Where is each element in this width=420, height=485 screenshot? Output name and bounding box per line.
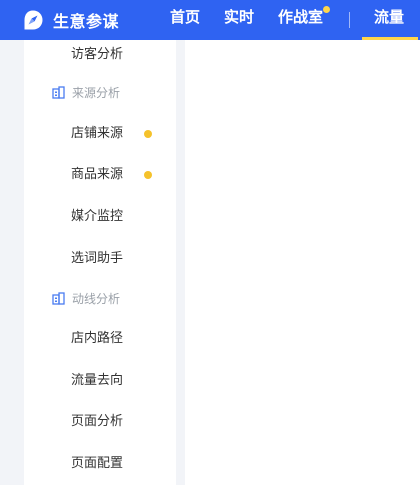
sidebar-item-traffic-destination[interactable]: 流量去向 — [71, 371, 123, 391]
sidebar-item-page-analysis[interactable]: 页面分析 — [71, 412, 123, 432]
nav-divider — [349, 12, 350, 28]
top-nav-bar: 生意参谋 首页 实时 作战室 流量 — [0, 0, 420, 40]
status-dot — [144, 130, 152, 138]
compass-icon — [24, 10, 43, 30]
sidebar-group-label: 来源分析 — [72, 85, 121, 100]
building-icon — [52, 291, 65, 305]
sidebar-item-page-config[interactable]: 页面配置 — [71, 454, 123, 474]
status-dot — [144, 171, 152, 179]
nav-tab-traffic[interactable]: 流量 — [362, 0, 418, 40]
building-icon — [52, 85, 65, 99]
sidebar-item-visitor-analysis[interactable]: 访客分析 — [71, 45, 123, 65]
sidebar-group-flow: 动线分析 — [52, 288, 120, 308]
sidebar-gutter — [176, 40, 184, 485]
sidebar-group-label: 动线分析 — [72, 291, 121, 306]
sidebar-menu: 访客分析 来源分析 店铺来源 商品来源 媒介监控 选词助手 动线分析 店内路径 … — [24, 40, 176, 485]
sidebar-item-keyword-helper[interactable]: 选词助手 — [71, 249, 123, 269]
sidebar-item-product-source[interactable]: 商品来源 — [71, 165, 123, 185]
nav-tab-realtime[interactable]: 实时 — [224, 0, 254, 40]
sidebar-item-store-path[interactable]: 店内路径 — [71, 329, 123, 349]
brand[interactable]: 生意参谋 — [22, 7, 119, 33]
sidebar-group-source: 来源分析 — [52, 82, 120, 102]
brand-name: 生意参谋 — [53, 12, 120, 31]
sidebar-item-shop-source[interactable]: 店铺来源 — [71, 124, 123, 144]
notification-dot — [323, 6, 330, 13]
nav-tab-studio[interactable]: 作战室 — [278, 0, 323, 40]
sidebar-item-media-monitor[interactable]: 媒介监控 — [71, 207, 123, 227]
nav-tab-home[interactable]: 首页 — [170, 0, 200, 40]
main-content — [185, 40, 420, 485]
